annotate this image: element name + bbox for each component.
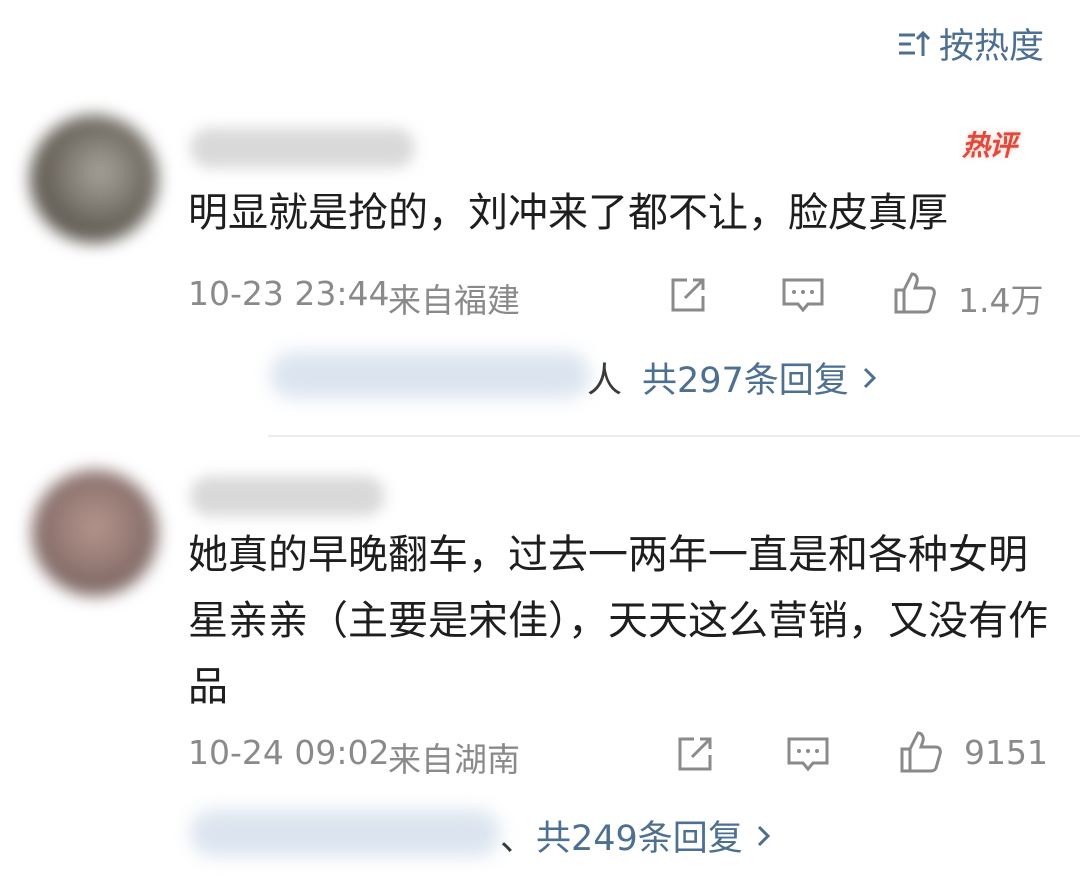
avatar[interactable] (32, 470, 158, 596)
like-icon[interactable] (898, 729, 944, 775)
view-replies-link[interactable]: 共249条回复 (536, 810, 773, 861)
avatar[interactable] (30, 115, 158, 243)
sort-by-hot-button[interactable]: 按热度 (897, 18, 1044, 69)
hot-comment-badge: 热评 (962, 129, 1017, 162)
comment-time: 10-23 23:44 (188, 274, 390, 313)
comment-location: 来自湖南 (388, 740, 520, 779)
username-blurred[interactable] (190, 128, 415, 168)
reply-count: 共249条回复 (536, 819, 743, 859)
divider (268, 435, 1080, 437)
like-count: 9151 (964, 733, 1048, 772)
comment-location: 来自福建 (388, 281, 520, 320)
reply-count: 共297条回复 (642, 361, 849, 401)
view-replies-link[interactable]: 共297条回复 (642, 352, 879, 403)
comment-time: 10-24 09:02 (188, 733, 390, 772)
comment-icon[interactable] (785, 731, 831, 777)
reply-users-blurred[interactable] (270, 352, 590, 398)
share-icon[interactable] (672, 731, 718, 777)
username-blurred[interactable] (190, 476, 385, 516)
like-count: 1.4万 (958, 281, 1044, 320)
reply-prefix: 人 (587, 361, 623, 401)
reply-prefix: 、 (500, 819, 536, 859)
comment-text: 她真的早晚翻车，过去一两年一直是和各种女明星亲亲（主要是宋佳），天天这么营销，又… (188, 532, 1048, 710)
chevron-right-icon (863, 367, 876, 388)
reply-users-blurred[interactable] (190, 810, 500, 856)
sort-icon (898, 30, 931, 56)
like-icon[interactable] (892, 270, 938, 316)
chevron-right-icon (757, 825, 770, 846)
sort-label: 按热度 (938, 27, 1044, 67)
share-icon[interactable] (665, 272, 711, 318)
comment-text: 明显就是抢的，刘冲来了都不让，脸皮真厚 (188, 190, 948, 236)
comment-icon[interactable] (780, 272, 826, 318)
